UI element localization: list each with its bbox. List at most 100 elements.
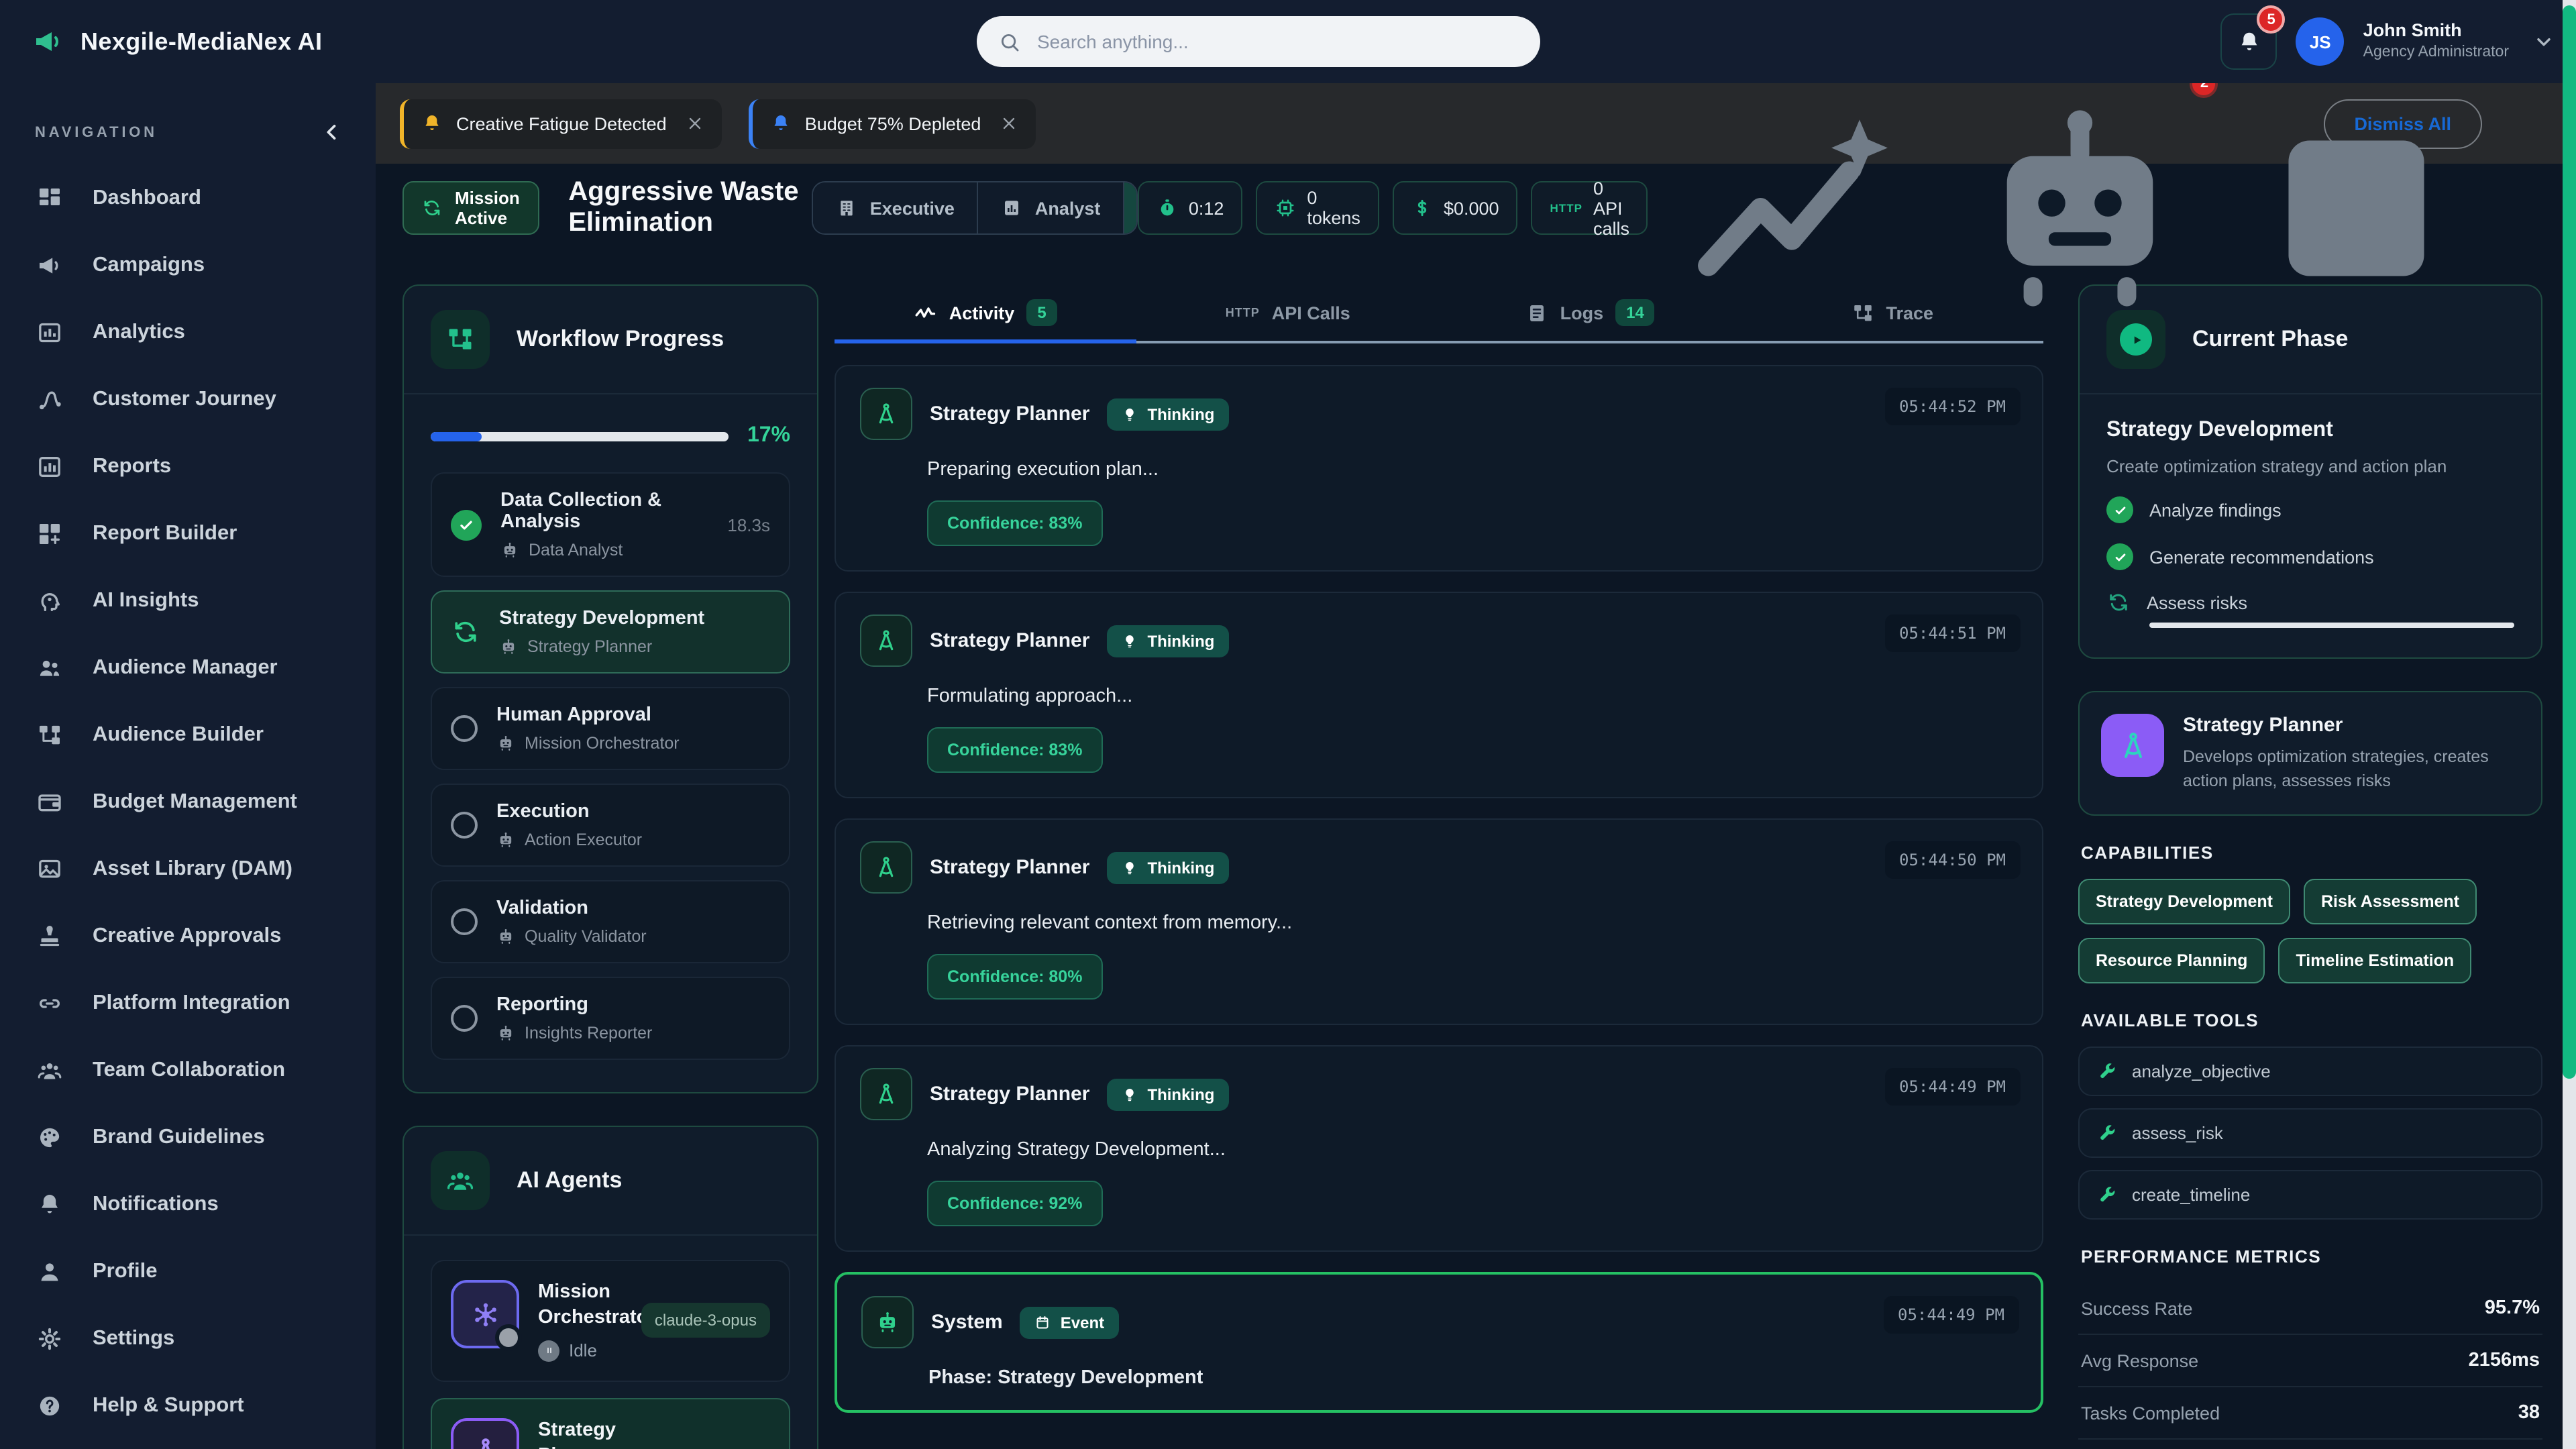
workflow-step[interactable]: ReportingInsights Reporter	[431, 977, 790, 1060]
team-icon	[445, 1166, 475, 1195]
stop-square-button[interactable]	[2232, 83, 2482, 333]
tool-name: create_timeline	[2132, 1185, 2250, 1205]
sidebar-item-label: Dashboard	[93, 186, 201, 211]
sidebar-item-ai-insights[interactable]: AI Insights	[0, 568, 376, 635]
activity-type-label: Thinking	[1147, 1085, 1214, 1104]
check-icon	[2112, 549, 2127, 564]
tab-activity[interactable]: Activity5	[835, 284, 1137, 341]
wrench-icon	[2097, 1124, 2117, 1144]
activity-card: SystemEvent05:44:49 PMPhase: Strategy De…	[835, 1272, 2043, 1413]
notifications-button[interactable]: 5	[2221, 13, 2277, 70]
main-region: Creative Fatigue DetectedBudget 75% Depl…	[376, 83, 2576, 1449]
view-tab-technical[interactable]: Technical	[1124, 182, 1137, 233]
stat-chip-label: 0:12	[1189, 198, 1224, 218]
bulb-icon	[1122, 1086, 1138, 1102]
wrench-icon	[2097, 1185, 2117, 1205]
tool-name: analyze_objective	[2132, 1062, 2271, 1082]
agents-panel: AI Agents Mission OrchestratorIdleclaude…	[402, 1126, 818, 1449]
agent-main: Strategy PlannerAnalyzing:Strategy Devel…	[538, 1417, 623, 1449]
workflow-step[interactable]: Strategy DevelopmentStrategy Planner	[431, 590, 790, 674]
stopwatch-icon	[1157, 197, 1178, 219]
sidebar-item-budget-management[interactable]: Budget Management	[0, 769, 376, 836]
chevron-down-icon[interactable]	[2533, 31, 2555, 52]
sidebar-item-dashboard[interactable]: Dashboard	[0, 165, 376, 232]
sidebar-item-help-support[interactable]: Help & Support	[0, 1373, 376, 1440]
user-role: Agency Administrator	[2363, 44, 2509, 63]
capability-chips: Strategy DevelopmentRisk AssessmentResou…	[2078, 879, 2542, 984]
metric-row: Avg Response2156ms	[2078, 1336, 2542, 1388]
activity-type-label: Thinking	[1147, 631, 1214, 650]
mission-title: Aggressive Waste Elimination	[568, 177, 812, 239]
activity-card-header: SystemEvent	[861, 1296, 2017, 1348]
sidebar-item-team-collaboration[interactable]: Team Collaboration	[0, 1037, 376, 1104]
pause-icon	[543, 1344, 555, 1356]
view-tab-executive[interactable]: Executive	[814, 182, 979, 233]
sidebar-item-audience-manager[interactable]: Audience Manager	[0, 635, 376, 702]
page-scrollbar-thumb[interactable]	[2563, 5, 2576, 1079]
sidebar-item-asset-library-dam[interactable]: Asset Library (DAM)	[0, 836, 376, 903]
compass-icon	[2116, 729, 2149, 761]
sidebar-item-profile[interactable]: Profile	[0, 1238, 376, 1305]
close-icon[interactable]	[686, 114, 704, 133]
alert-chip: Creative Fatigue Detected	[400, 99, 722, 148]
user-meta: John Smith Agency Administrator	[2363, 21, 2509, 63]
close-icon[interactable]	[1000, 114, 1018, 133]
workflow-step[interactable]: ExecutionAction Executor	[431, 784, 790, 867]
bell-icon	[770, 113, 792, 134]
help-icon	[36, 1393, 63, 1419]
alert-chips: Creative Fatigue DetectedBudget 75% Depl…	[400, 99, 1036, 148]
sidebar-item-analytics[interactable]: Analytics	[0, 299, 376, 366]
workflow-step[interactable]: Data Collection & AnalysisData Analyst18…	[431, 472, 790, 577]
step-agent-name: Insights Reporter	[525, 1024, 652, 1042]
team-icon	[36, 1057, 63, 1084]
tab-api-calls[interactable]: HTTPAPI Calls	[1137, 284, 1440, 341]
tab-logs[interactable]: Logs14	[1439, 284, 1741, 341]
agent-status-dot	[495, 1324, 522, 1351]
workflow-icon-tile	[431, 310, 490, 369]
sidebar-collapse-icon[interactable]	[321, 121, 343, 144]
feed-tabs: Activity5HTTPAPI CallsLogs14Trace	[835, 284, 2043, 343]
ai-head-icon	[36, 588, 63, 614]
view-tab-analyst[interactable]: Analyst	[979, 182, 1125, 233]
page-scrollbar-track[interactable]	[2563, 0, 2576, 1449]
activity-message: Formulating approach...	[927, 686, 2018, 707]
sidebar-item-label: Report Builder	[93, 522, 237, 546]
agent-card[interactable]: Strategy PlannerAnalyzing:Strategy Devel…	[431, 1397, 790, 1449]
sidebar-item-settings[interactable]: Settings	[0, 1305, 376, 1373]
search-icon	[998, 30, 1021, 53]
sidebar-item-label: Reports	[93, 455, 171, 479]
sidebar-item-customer-journey[interactable]: Customer Journey	[0, 366, 376, 433]
chart-sm-icon	[1002, 197, 1023, 219]
agent-detail-description: Develops optimization strategies, create…	[2183, 745, 2520, 794]
agent-card[interactable]: Mission OrchestratorIdleclaude-3-opus	[431, 1260, 790, 1381]
sidebar-item-audience-builder[interactable]: Audience Builder	[0, 702, 376, 769]
megaphone-icon	[36, 252, 63, 279]
app-root: Nexgile-MediaNex AI 5 JS John Smith Agen…	[0, 0, 2576, 1449]
tab-trace[interactable]: Trace	[1741, 284, 2044, 341]
phase-task-label: Analyze findings	[2149, 500, 2282, 520]
sidebar-item-reports[interactable]: Reports	[0, 433, 376, 500]
sidebar-item-creative-approvals[interactable]: Creative Approvals	[0, 903, 376, 970]
sidebar-item-label: Notifications	[93, 1193, 219, 1217]
global-search[interactable]	[977, 16, 1540, 67]
workflow-step[interactable]: Human ApprovalMission Orchestrator	[431, 687, 790, 770]
sidebar-item-label: Customer Journey	[93, 388, 276, 412]
alert-chip-label: Creative Fatigue Detected	[456, 113, 667, 133]
sidebar-item-report-builder[interactable]: Report Builder	[0, 500, 376, 568]
workflow-step[interactable]: ValidationQuality Validator	[431, 880, 790, 963]
compass-icon	[873, 1081, 899, 1107]
workflow-steps: Data Collection & AnalysisData Analyst18…	[431, 472, 790, 1060]
avatar[interactable]: JS	[2296, 17, 2345, 66]
activity-card: Strategy PlannerThinking05:44:51 PMFormu…	[835, 592, 2043, 798]
sidebar-item-platform-integration[interactable]: Platform Integration	[0, 970, 376, 1037]
search-input[interactable]	[1034, 30, 1519, 54]
metric-row: Success Rate95.7%	[2078, 1283, 2542, 1336]
sync-icon	[421, 197, 443, 219]
sidebar-item-brand-guidelines[interactable]: Brand Guidelines	[0, 1104, 376, 1171]
step-agent-name: Strategy Planner	[527, 637, 652, 656]
route-icon	[36, 386, 63, 413]
sidebar-item-notifications[interactable]: Notifications	[0, 1171, 376, 1238]
confidence-badge: Confidence: 83%	[927, 727, 1102, 773]
metric-row: Tasks Completed38	[2078, 1388, 2542, 1440]
sidebar-item-campaigns[interactable]: Campaigns	[0, 232, 376, 299]
